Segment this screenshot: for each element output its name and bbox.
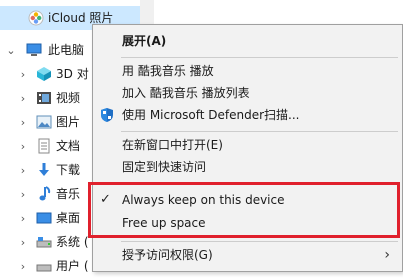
icloud-photos-icon bbox=[28, 10, 44, 26]
this-pc-icon bbox=[26, 42, 42, 58]
menu-item-label: 加入 酷我音乐 播放列表 bbox=[122, 86, 250, 100]
menu-item-free-up-space[interactable]: Free up space bbox=[93, 211, 402, 235]
chevron-down-icon[interactable]: ⌄ bbox=[6, 38, 16, 62]
chevron-right-icon[interactable]: › bbox=[18, 110, 28, 134]
nav-item-label: 音乐 bbox=[56, 187, 81, 201]
chevron-right-icon[interactable]: › bbox=[18, 254, 28, 278]
nav-item-label: 桌面 bbox=[56, 211, 81, 225]
documents-icon bbox=[36, 138, 52, 154]
nav-item-label: 系统 ( bbox=[56, 235, 89, 249]
checkmark-icon: ✓ bbox=[100, 192, 111, 207]
music-icon bbox=[36, 186, 52, 202]
videos-icon bbox=[36, 90, 52, 106]
menu-separator bbox=[121, 183, 398, 184]
chevron-right-icon[interactable]: › bbox=[18, 158, 28, 182]
chevron-right-icon[interactable]: › bbox=[18, 206, 28, 230]
menu-item-label: 在新窗口中打开(E) bbox=[122, 138, 223, 152]
desktop-icon bbox=[36, 210, 52, 226]
menu-item-always-keep[interactable]: ✓ Always keep on this device bbox=[93, 188, 402, 212]
menu-item-label: Always keep on this device bbox=[122, 193, 285, 207]
menu-item-pin-quick-access[interactable]: 固定到快速访问 bbox=[93, 155, 402, 179]
context-menu: 展开(A) 用 酷我音乐 播放 加入 酷我音乐 播放列表 使用 Microsof… bbox=[92, 24, 403, 272]
downloads-icon bbox=[36, 162, 52, 178]
chevron-right-icon[interactable]: › bbox=[18, 134, 28, 158]
menu-item-label: 授予访问权限(G) bbox=[122, 248, 213, 262]
nav-item-label: 下载 bbox=[56, 163, 81, 177]
3d-objects-icon bbox=[36, 66, 52, 82]
menu-item-label: 固定到快速访问 bbox=[122, 160, 207, 174]
chevron-right-icon[interactable]: › bbox=[18, 86, 28, 110]
chevron-right-icon[interactable]: › bbox=[18, 230, 28, 254]
system-drive-icon bbox=[36, 234, 52, 250]
nav-item-label: 图片 bbox=[56, 115, 81, 129]
menu-item-defender-scan[interactable]: 使用 Microsoft Defender扫描... bbox=[93, 103, 402, 127]
menu-item-label: 用 酷我音乐 播放 bbox=[122, 64, 214, 78]
nav-item-label: 文档 bbox=[56, 139, 81, 153]
menu-item-label: 使用 Microsoft Defender扫描... bbox=[122, 108, 300, 122]
menu-item-grant-access[interactable]: 授予访问权限(G) › bbox=[93, 243, 402, 267]
menu-item-label: 展开(A) bbox=[122, 34, 167, 48]
menu-item-add-playlist[interactable]: 加入 酷我音乐 播放列表 bbox=[93, 81, 402, 105]
menu-separator bbox=[121, 131, 398, 132]
defender-shield-icon bbox=[99, 107, 115, 123]
submenu-arrow-icon: › bbox=[384, 247, 390, 263]
nav-item-label: 3D 对 bbox=[56, 67, 89, 81]
nav-item-label: 视频 bbox=[56, 91, 81, 105]
chevron-right-icon[interactable]: › bbox=[18, 182, 28, 206]
menu-item-label: Free up space bbox=[122, 216, 206, 230]
menu-separator bbox=[121, 57, 398, 58]
nav-item-label: 用户 ( bbox=[56, 259, 89, 273]
menu-item-expand[interactable]: 展开(A) bbox=[93, 29, 402, 53]
menu-separator bbox=[121, 241, 398, 242]
menu-item-open-new-window[interactable]: 在新窗口中打开(E) bbox=[93, 133, 402, 157]
chevron-right-icon[interactable]: › bbox=[18, 62, 28, 86]
nav-item-label: 此电脑 bbox=[48, 43, 85, 57]
pictures-icon bbox=[36, 114, 52, 130]
menu-item-play-kugou[interactable]: 用 酷我音乐 播放 bbox=[93, 59, 402, 83]
